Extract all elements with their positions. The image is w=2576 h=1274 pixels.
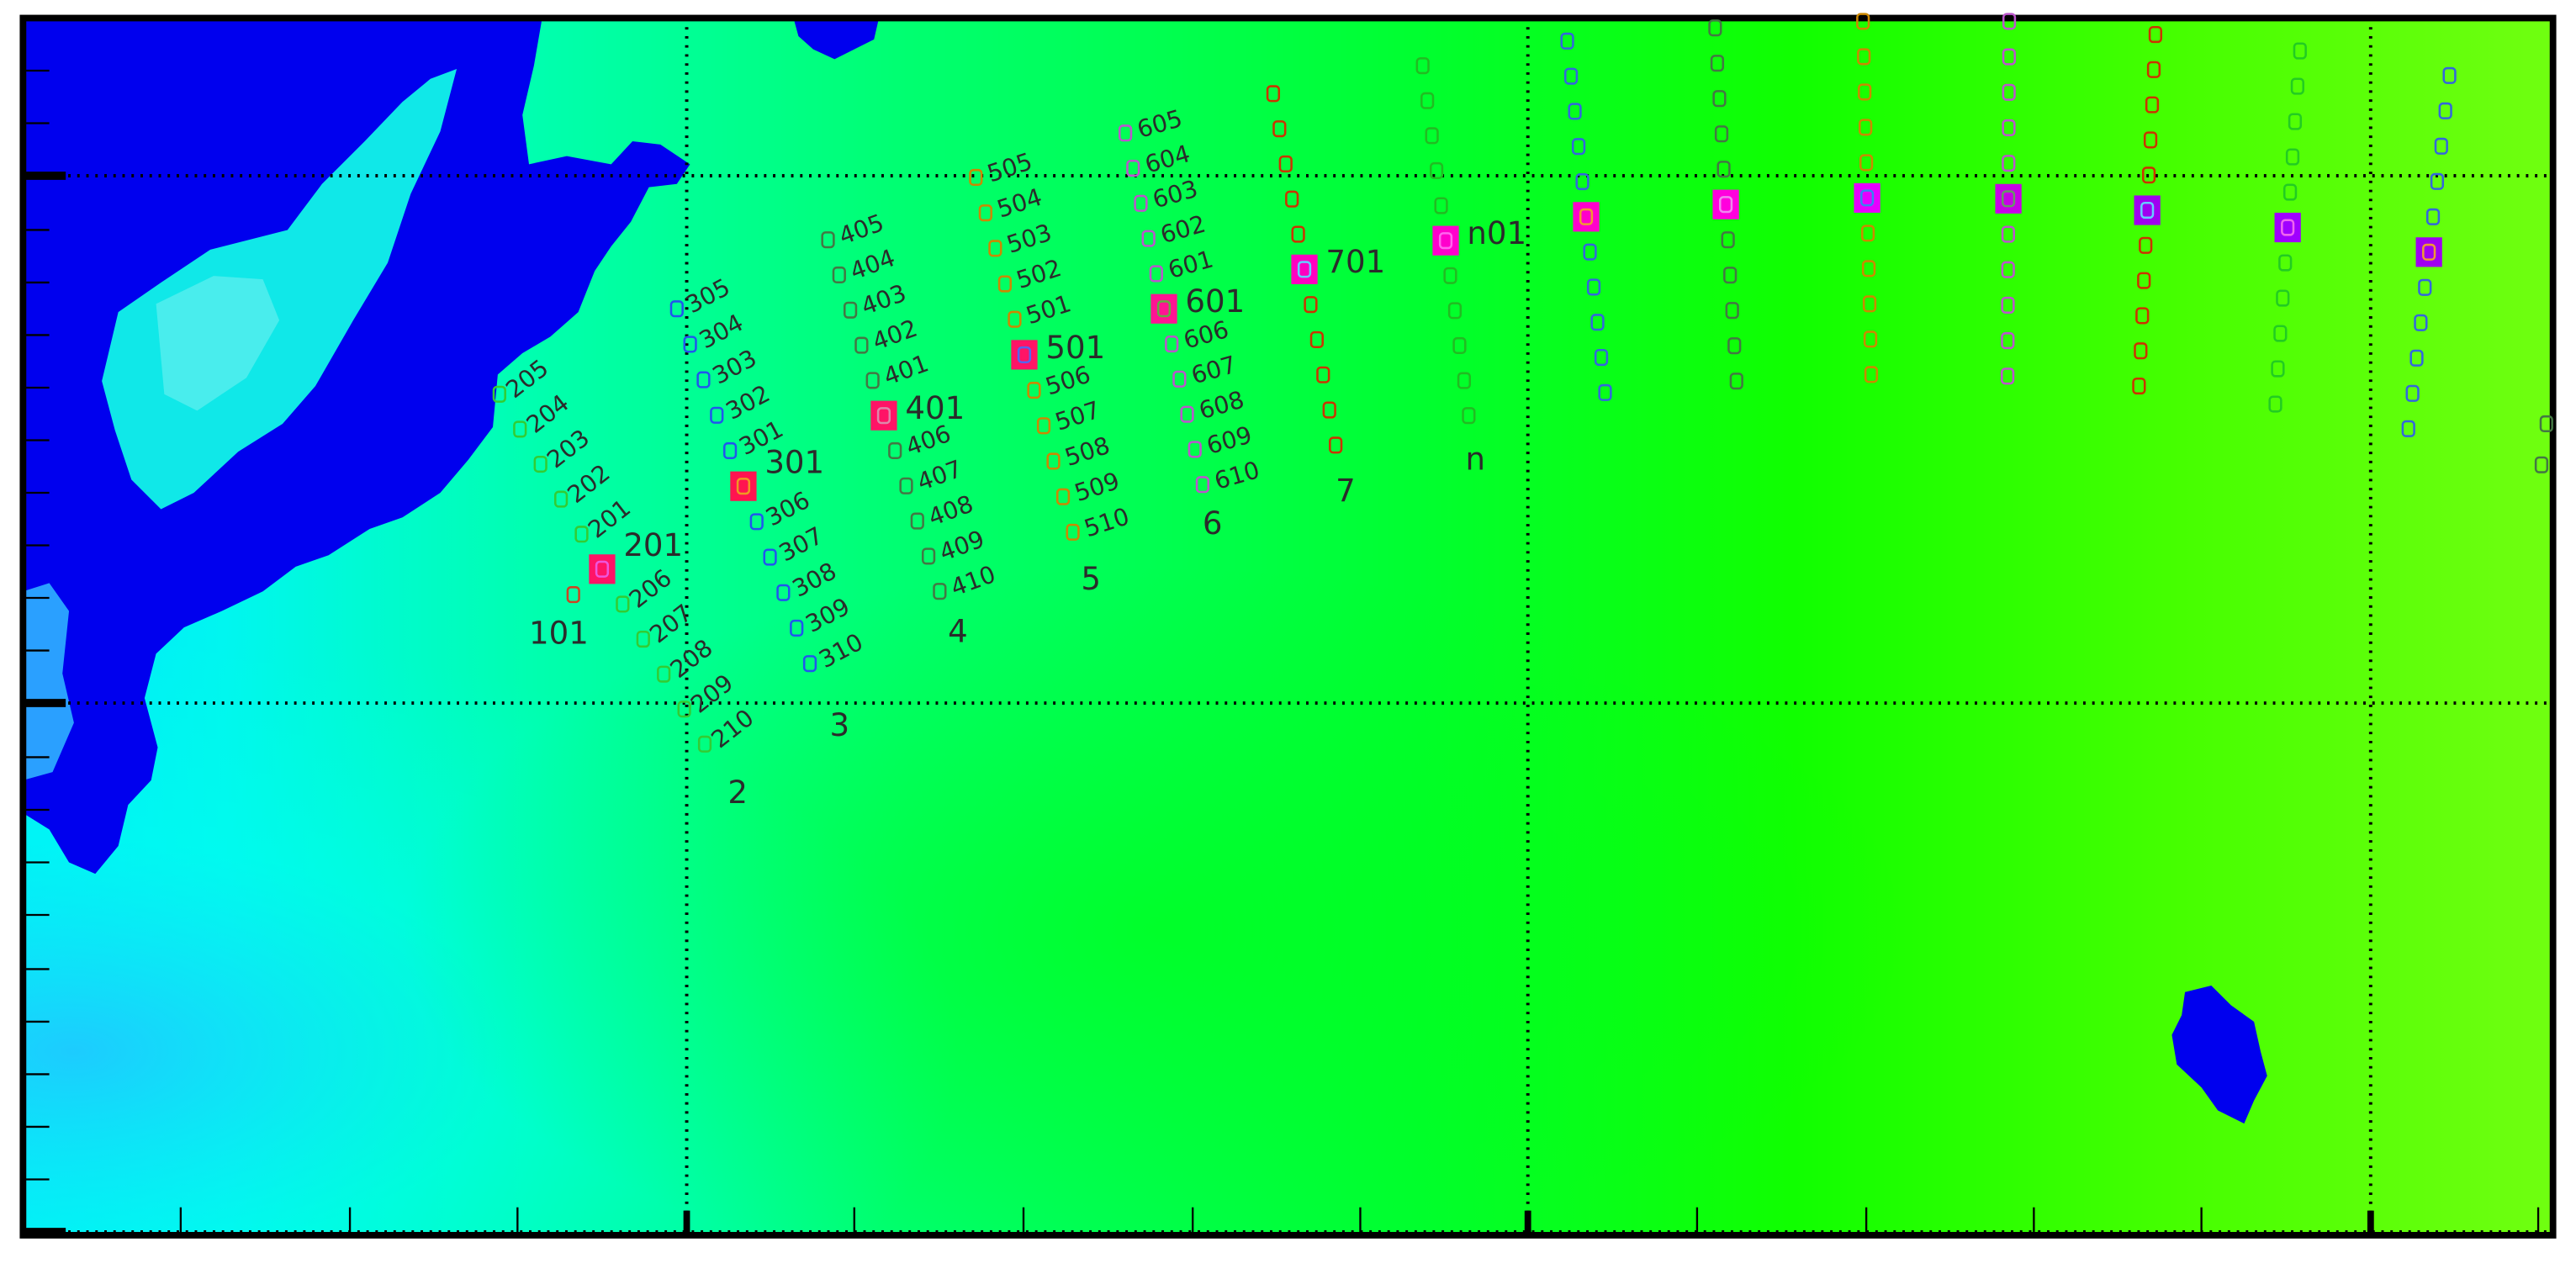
line-label: 3 (829, 707, 849, 743)
injection-well-label: 601 (1185, 283, 1245, 320)
line-label: 4 (948, 614, 968, 650)
injection-well-marker[interactable] (1432, 225, 1459, 256)
well-location-map: 2052042032022012012062072082092102305304… (19, 13, 2557, 1239)
injection-well-label: 201 (623, 527, 683, 563)
injection-well-marker[interactable] (1712, 189, 1739, 219)
injection-well-marker[interactable] (589, 554, 616, 584)
injection-well-marker[interactable] (2134, 195, 2161, 225)
line-label: 6 (1203, 505, 1223, 542)
well-101-label: 101 (529, 616, 589, 652)
line-label: 7 (1336, 473, 1356, 509)
injection-well-label: 701 (1325, 244, 1385, 280)
injection-well-label: 301 (764, 445, 824, 481)
injection-well-label: n01 (1467, 215, 1526, 251)
injection-well-label: 501 (1045, 330, 1105, 366)
injection-well-marker[interactable] (1150, 293, 1177, 324)
injection-well-marker[interactable] (870, 400, 897, 431)
injection-well-marker[interactable] (730, 471, 757, 501)
injection-well-marker[interactable] (1995, 183, 2022, 214)
line-label: 5 (1081, 561, 1101, 597)
injection-well-marker[interactable] (2415, 237, 2442, 267)
injection-well-marker[interactable] (2274, 212, 2301, 243)
injection-well-label: 401 (905, 390, 965, 426)
injection-well-marker[interactable] (1291, 254, 1318, 284)
injection-well-marker[interactable] (1573, 202, 1600, 232)
injection-well-marker[interactable] (1854, 182, 1880, 213)
line-label: n (1465, 441, 1485, 478)
line-label: 2 (727, 774, 748, 811)
injection-well-marker[interactable] (1011, 340, 1038, 370)
heatmap-surface (23, 18, 2553, 1234)
